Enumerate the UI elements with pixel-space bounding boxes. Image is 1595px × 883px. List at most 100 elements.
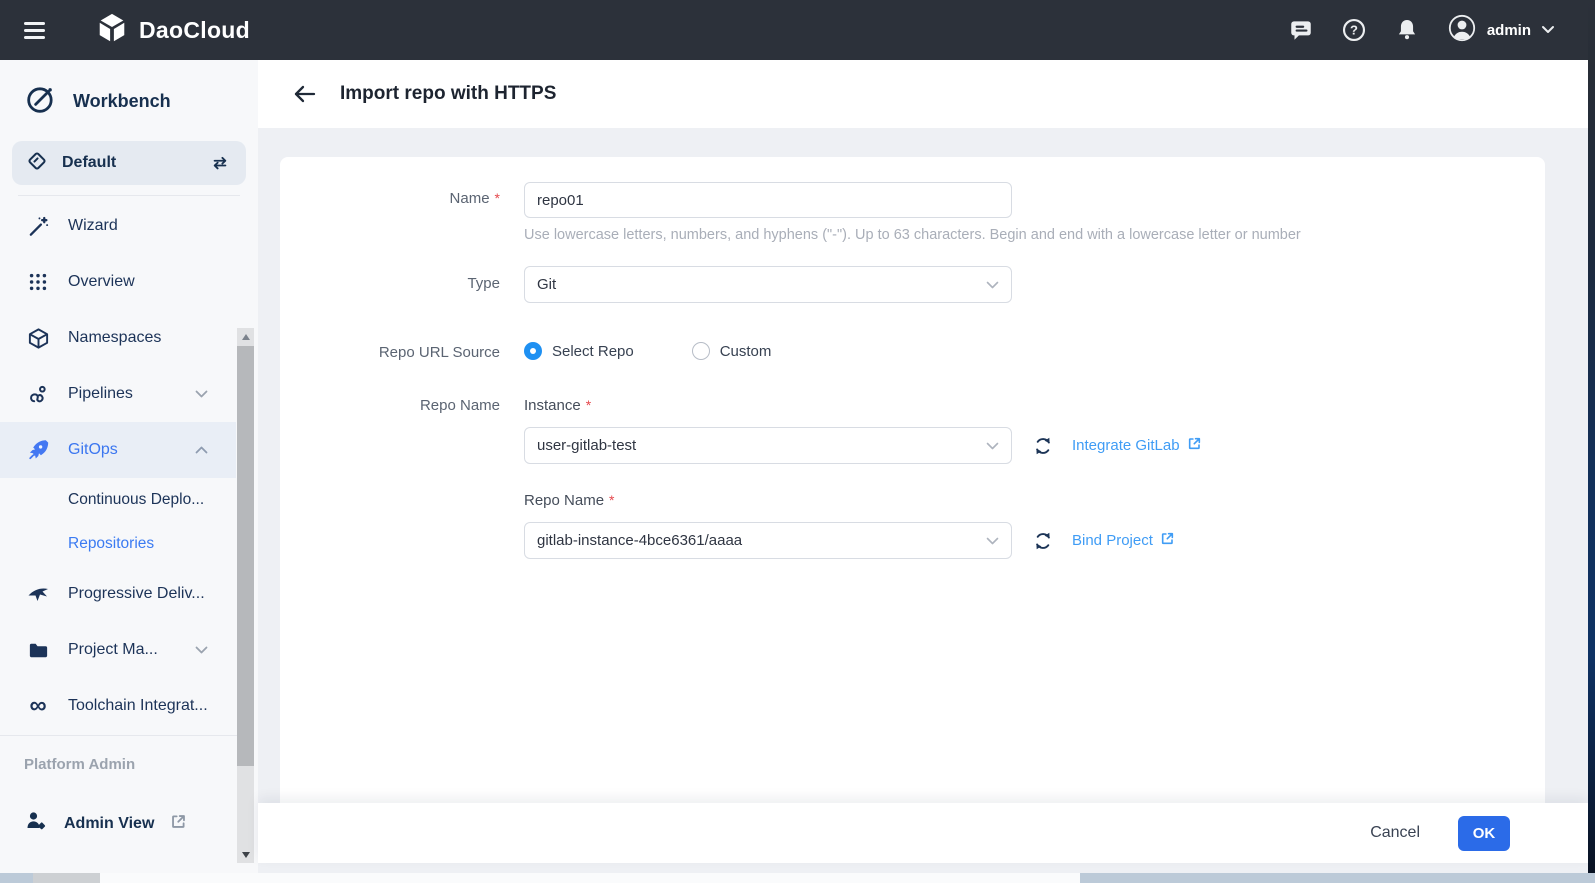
repo-name-select-value: gitlab-instance-4bce6361/aaaa xyxy=(537,532,742,549)
sidebar-item-label: Namespaces xyxy=(68,329,161,347)
radio-on-icon[interactable] xyxy=(524,342,542,360)
type-select-value: Git xyxy=(537,276,556,293)
form-footer: Cancel OK xyxy=(258,803,1588,863)
sidebar-item-label: Pipelines xyxy=(68,385,133,403)
scrollbar-down-arrow[interactable] xyxy=(237,846,254,863)
type-select[interactable]: Git xyxy=(524,266,1012,303)
sidebar-nav: Wizard Overview xyxy=(0,198,258,733)
bird-icon xyxy=(26,582,50,606)
main-content: Import repo with HTTPS Name* Use lowerca… xyxy=(258,60,1588,873)
radio-custom[interactable]: Custom xyxy=(692,342,772,360)
select-chevron-down-icon xyxy=(986,437,999,455)
sidebar-item-label: Continuous Deplo... xyxy=(68,491,204,509)
repo-name-select[interactable]: gitlab-instance-4bce6361/aaaa xyxy=(524,522,1012,559)
help-icon[interactable]: ? xyxy=(1341,17,1367,43)
scrollbar-thumb[interactable] xyxy=(237,346,254,766)
chat-icon[interactable] xyxy=(1288,17,1314,43)
window-horizontal-scrollbar[interactable] xyxy=(0,873,1595,883)
refresh-repos-icon[interactable] xyxy=(1032,530,1054,552)
rocket-icon xyxy=(26,438,50,462)
sidebar-item-label: GitOps xyxy=(68,441,118,459)
ok-button[interactable]: OK xyxy=(1458,816,1510,851)
scrollbar-up-arrow[interactable] xyxy=(237,328,254,345)
radio-off-icon[interactable] xyxy=(692,342,710,360)
form-row-repo-url-source: Repo URL Source Select Repo Custom xyxy=(280,333,1545,361)
type-label: Type xyxy=(280,266,500,303)
name-label: Name* xyxy=(280,182,500,243)
cancel-button[interactable]: Cancel xyxy=(1370,824,1420,842)
horizontal-scrollbar-thumb[interactable] xyxy=(100,873,1080,883)
user-menu[interactable]: admin xyxy=(1447,13,1555,48)
radio-custom-label: Custom xyxy=(720,343,772,360)
sidebar-item-toolchain-integration[interactable]: ∞ Toolchain Integrat... xyxy=(0,678,236,734)
external-link-icon xyxy=(1160,531,1175,550)
sidebar-divider xyxy=(18,195,240,196)
instance-select-value: user-gitlab-test xyxy=(537,437,636,454)
name-helper-text: Use lowercase letters, numbers, and hyph… xyxy=(524,227,1301,243)
sidebar-item-label: Wizard xyxy=(68,217,118,235)
sidebar-item-admin-view[interactable]: Admin View xyxy=(24,809,258,838)
select-chevron-down-icon xyxy=(986,276,999,294)
scrollbar-track-segment xyxy=(33,873,100,883)
instance-label: Instance* xyxy=(524,397,1202,414)
infinity-icon: ∞ xyxy=(26,694,50,718)
radio-select-repo-label: Select Repo xyxy=(552,343,634,360)
chevron-up-icon xyxy=(195,446,208,454)
form-row-name: Name* Use lowercase letters, numbers, an… xyxy=(280,182,1545,243)
sidebar-item-namespaces[interactable]: Pipelines Namespaces xyxy=(0,310,236,366)
platform-admin-section-label: Platform Admin xyxy=(24,756,258,773)
sidebar-item-label: Toolchain Integrat... xyxy=(68,697,208,715)
repo-name-field: Repo Name* gitlab-instance-4bce6361/aaaa xyxy=(524,492,1202,559)
sidebar-workbench-header[interactable]: Workbench xyxy=(0,60,258,139)
sidebar-item-gitops[interactable]: GitOps xyxy=(0,422,236,478)
repo-name-group-label: Repo Name xyxy=(280,397,500,559)
sidebar: Workbench Default xyxy=(0,60,258,873)
menu-hamburger-icon[interactable] xyxy=(24,18,50,43)
daocloud-cube-icon xyxy=(95,11,129,50)
sidebar-divider xyxy=(0,735,240,736)
form-row-type: Type Git xyxy=(280,266,1545,303)
top-header: DaoCloud ? xyxy=(0,0,1595,60)
instance-select[interactable]: user-gitlab-test xyxy=(524,427,1012,464)
admin-user-icon xyxy=(24,809,48,838)
sidebar-item-progressive-delivery[interactable]: Progressive Deliv... xyxy=(0,566,236,622)
sidebar-item-continuous-deployment[interactable]: Continuous Deplo... xyxy=(0,478,236,522)
form-row-repo-name-group: Repo Name Instance* user-gitlab-test xyxy=(280,397,1545,559)
integrate-gitlab-link[interactable]: Integrate GitLab xyxy=(1072,436,1202,455)
refresh-instances-icon[interactable] xyxy=(1032,435,1054,457)
bind-project-link[interactable]: Bind Project xyxy=(1072,531,1175,550)
grid-dots-icon xyxy=(26,270,50,294)
wand-icon xyxy=(26,214,50,238)
pipeline-icon xyxy=(26,382,50,406)
svg-text:?: ? xyxy=(1350,23,1358,38)
sidebar-item-label: Overview xyxy=(68,273,135,291)
sidebar-item-repositories[interactable]: Repositories xyxy=(0,522,236,566)
admin-view-label: Admin View xyxy=(64,815,154,833)
sidebar-scrollbar[interactable] xyxy=(237,328,254,863)
radio-select-repo[interactable]: Select Repo xyxy=(524,342,634,360)
avatar-icon xyxy=(1447,13,1477,48)
workspace-selector[interactable]: Default xyxy=(12,141,246,185)
workbench-label: Workbench xyxy=(73,91,171,112)
chevron-down-icon xyxy=(195,390,208,398)
sidebar-item-wizard[interactable]: Wizard xyxy=(0,198,236,254)
sidebar-item-overview[interactable]: Overview xyxy=(0,254,236,310)
back-button[interactable] xyxy=(292,82,316,106)
select-chevron-down-icon xyxy=(986,532,999,550)
cube-icon xyxy=(26,326,50,350)
required-mark: * xyxy=(495,190,500,206)
sidebar-item-pipelines[interactable]: Pipelines xyxy=(0,366,236,422)
external-link-icon xyxy=(1187,436,1202,455)
notifications-bell-icon[interactable] xyxy=(1394,17,1420,43)
required-mark: * xyxy=(609,492,614,508)
app-window: DaoCloud ? xyxy=(0,0,1595,883)
sidebar-item-label: Progressive Deliv... xyxy=(68,585,205,603)
sidebar-item-project-management[interactable]: Project Ma... xyxy=(0,622,236,678)
form-card: Name* Use lowercase letters, numbers, an… xyxy=(280,157,1545,827)
brand-logo[interactable]: DaoCloud xyxy=(95,11,250,50)
instance-field: Instance* user-gitlab-test xyxy=(524,397,1202,464)
switch-workspace-icon[interactable] xyxy=(210,153,230,173)
name-input[interactable] xyxy=(524,182,1012,218)
window-vertical-scrollbar[interactable] xyxy=(1588,0,1595,873)
workspace-name: Default xyxy=(62,154,116,172)
